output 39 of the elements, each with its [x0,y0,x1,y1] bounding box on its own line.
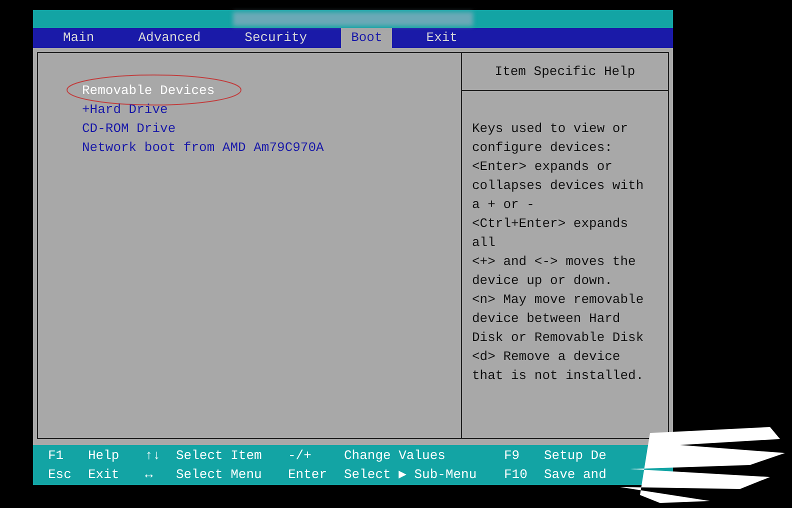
help-text: <d> Remove a device [472,348,622,366]
key-label: F10 [504,466,528,484]
menu-tab[interactable]: Security [234,28,318,48]
boot-device[interactable]: +Hard Drive [82,102,168,117]
help-text: <Ctrl+Enter> expands [472,215,630,233]
menu-tab[interactable]: Boot [341,28,392,48]
key-label: ↑↓ [145,447,162,465]
key-action: Select Item [176,447,263,465]
menu-tab[interactable]: Advanced [128,28,211,48]
key-action: Select ▶ Sub-Menu [344,466,478,484]
help-text: all [472,234,496,252]
help-text: device up or down. [472,272,614,290]
help-text: configure devices: [472,139,614,157]
key-action: Select Menu [176,466,263,484]
menu-tab[interactable]: Exit [416,28,468,48]
help-text: device between Hard [472,310,622,328]
key-label: F1 [48,447,65,465]
key-action: Exit [88,466,120,484]
help-text: Disk or Removable Disk [472,329,645,347]
help-title: Item Specific Help [494,63,636,81]
help-text: <+> and <-> moves the [472,253,637,271]
key-label: ↔ [145,466,154,484]
key-action: Save and [544,466,608,484]
help-text: <n> May move removable [472,291,645,309]
menu-tab[interactable]: Main [53,28,104,48]
help-text: <Enter> expands or [472,158,614,176]
boot-device[interactable]: Network boot from AMD Am79C970A [82,140,324,155]
key-label: -/+ [288,447,312,465]
help-text: a + or - [472,196,536,214]
key-action: Setup De [544,447,608,465]
key-action: Help [88,447,120,465]
help-text: collapses devices with [472,177,645,195]
boot-device[interactable]: CD-ROM Drive [82,121,176,136]
help-text: Keys used to view or [472,120,630,138]
key-label: Enter [288,466,328,484]
help-text: that is not installed. [472,367,645,385]
key-label: F9 [504,447,521,465]
key-action: Change Values [344,447,446,465]
key-label: Esc [48,466,72,484]
